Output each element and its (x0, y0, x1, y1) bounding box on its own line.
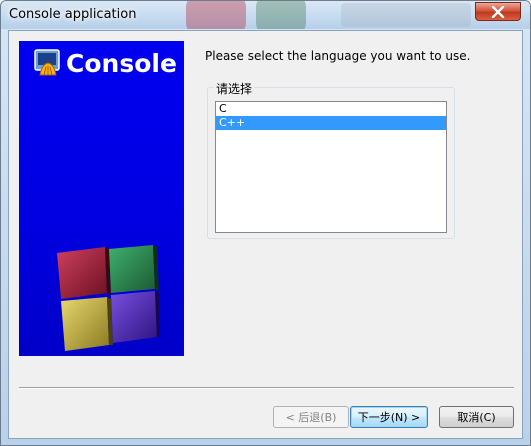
cubes-graphic (57, 245, 159, 351)
green-cube (109, 245, 159, 293)
wizard-banner: Console (19, 41, 184, 356)
close-button[interactable] (475, 2, 521, 21)
list-item-cpp[interactable]: C++ (216, 116, 446, 130)
title-bar[interactable]: Console application (1, 1, 530, 29)
next-button[interactable]: 下一步(N) > (350, 406, 428, 428)
purple-cube (111, 291, 159, 343)
yellow-cube (61, 297, 113, 351)
dialog-body: Console Please select the language you w… (8, 30, 523, 439)
close-icon (491, 5, 505, 18)
language-listbox[interactable]: C C++ (215, 101, 447, 233)
background-shape (341, 3, 471, 27)
window-title: Console application (9, 7, 137, 22)
background-shape (256, 1, 306, 29)
dialog-window: Console application Console Please selec… (0, 0, 531, 446)
instruction-text: Please select the language you want to u… (205, 49, 471, 63)
aero-background (176, 1, 476, 29)
groupbox-label: 请选择 (214, 80, 255, 97)
background-shape (186, 1, 246, 29)
back-button[interactable]: < 后退(B) (273, 406, 349, 428)
separator (19, 387, 514, 389)
cancel-button[interactable]: 取消(C) (439, 406, 514, 428)
code-blocks-logo-icon (34, 49, 60, 76)
list-item-c[interactable]: C (216, 102, 446, 116)
banner-title: Console (66, 49, 177, 78)
red-cube (57, 247, 111, 299)
